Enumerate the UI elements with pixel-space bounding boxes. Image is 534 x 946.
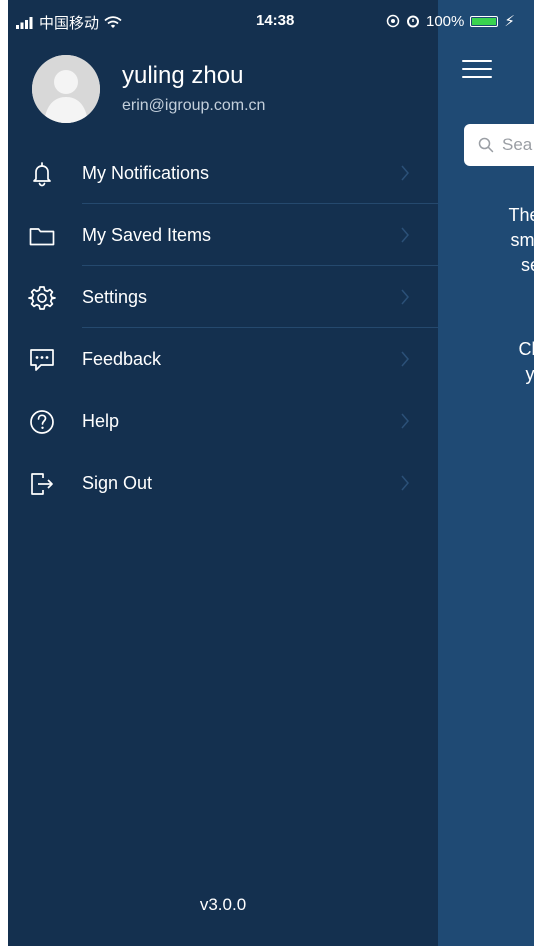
drawer-menu: My Notifications My Saved Items Settings… — [8, 142, 438, 514]
signal-icon — [16, 16, 33, 29]
menu-item-label: My Saved Items — [82, 225, 212, 245]
menu-item-label: My Notifications — [82, 163, 210, 183]
search-placeholder: Sea — [502, 135, 533, 154]
bell-icon — [33, 162, 51, 187]
main-page[interactable]: Sea The pow smartph searc Click t your r — [438, 0, 534, 946]
folder-icon — [29, 228, 55, 246]
search-input[interactable]: Sea — [464, 124, 534, 166]
user-profile[interactable]: yuling zhou erin@igroup.com.cn — [8, 50, 438, 130]
menu-item-sign-out[interactable]: Sign Out — [8, 452, 438, 514]
menu-item-settings[interactable]: Settings — [8, 266, 438, 328]
chevron-right-icon — [401, 351, 409, 367]
chat-bubble-icon — [30, 349, 54, 371]
page-description-line-3: searc — [520, 255, 534, 275]
question-circle-icon — [30, 410, 54, 434]
menu-item-label: Settings — [82, 287, 148, 307]
user-email: erin@igroup.com.cn — [122, 97, 266, 114]
user-name: yuling zhou — [122, 62, 244, 89]
menu-item-help[interactable]: Help — [8, 390, 438, 452]
alarm-icon — [407, 15, 419, 28]
gear-icon — [28, 286, 56, 310]
chevron-right-icon — [401, 413, 409, 429]
chevron-right-icon — [401, 227, 409, 243]
navigation-drawer: yuling zhou erin@igroup.com.cn My Notifi… — [8, 0, 438, 946]
page-instruction-line-2: your — [525, 364, 534, 384]
menu-item-label: Help — [82, 411, 120, 431]
sign-out-icon — [31, 473, 53, 495]
menu-item-label: Sign Out — [82, 473, 153, 493]
chevron-right-icon — [401, 165, 409, 181]
chevron-right-icon — [401, 475, 409, 491]
menu-item-my-notifications[interactable]: My Notifications — [8, 142, 438, 204]
battery-icon — [470, 15, 499, 27]
menu-item-label: Feedback — [82, 349, 162, 369]
page-description-line-2: smartph — [510, 230, 534, 250]
status-time: 14:38 — [256, 12, 295, 29]
menu-item-my-saved-items[interactable]: My Saved Items — [8, 204, 438, 266]
search-icon — [478, 137, 494, 153]
menu-item-feedback[interactable]: Feedback — [8, 328, 438, 390]
battery-percent: 100% — [426, 12, 465, 30]
app-version: v3.0.0 — [199, 895, 247, 914]
carrier-name: 中国移动 — [39, 15, 100, 32]
page-description-line-1: The pow — [508, 205, 534, 225]
app-screen: Sea The pow smartph searc Click t your r… — [8, 0, 534, 946]
page-instruction-line-3: r — [448, 387, 534, 411]
hamburger-menu-icon[interactable] — [462, 60, 492, 80]
location-lock-icon — [386, 14, 400, 28]
status-bar: 中国移动 14:38 100% ⚡ — [8, 0, 534, 44]
wifi-icon — [104, 16, 122, 28]
carrier-info: 中国移动 — [16, 12, 122, 33]
status-right: 100% ⚡ — [386, 12, 515, 30]
avatar[interactable] — [32, 55, 100, 123]
chevron-right-icon — [401, 289, 409, 305]
page-instruction-line-1: Click t — [518, 339, 534, 359]
default-avatar-icon — [32, 55, 100, 123]
charging-icon: ⚡ — [504, 13, 515, 30]
